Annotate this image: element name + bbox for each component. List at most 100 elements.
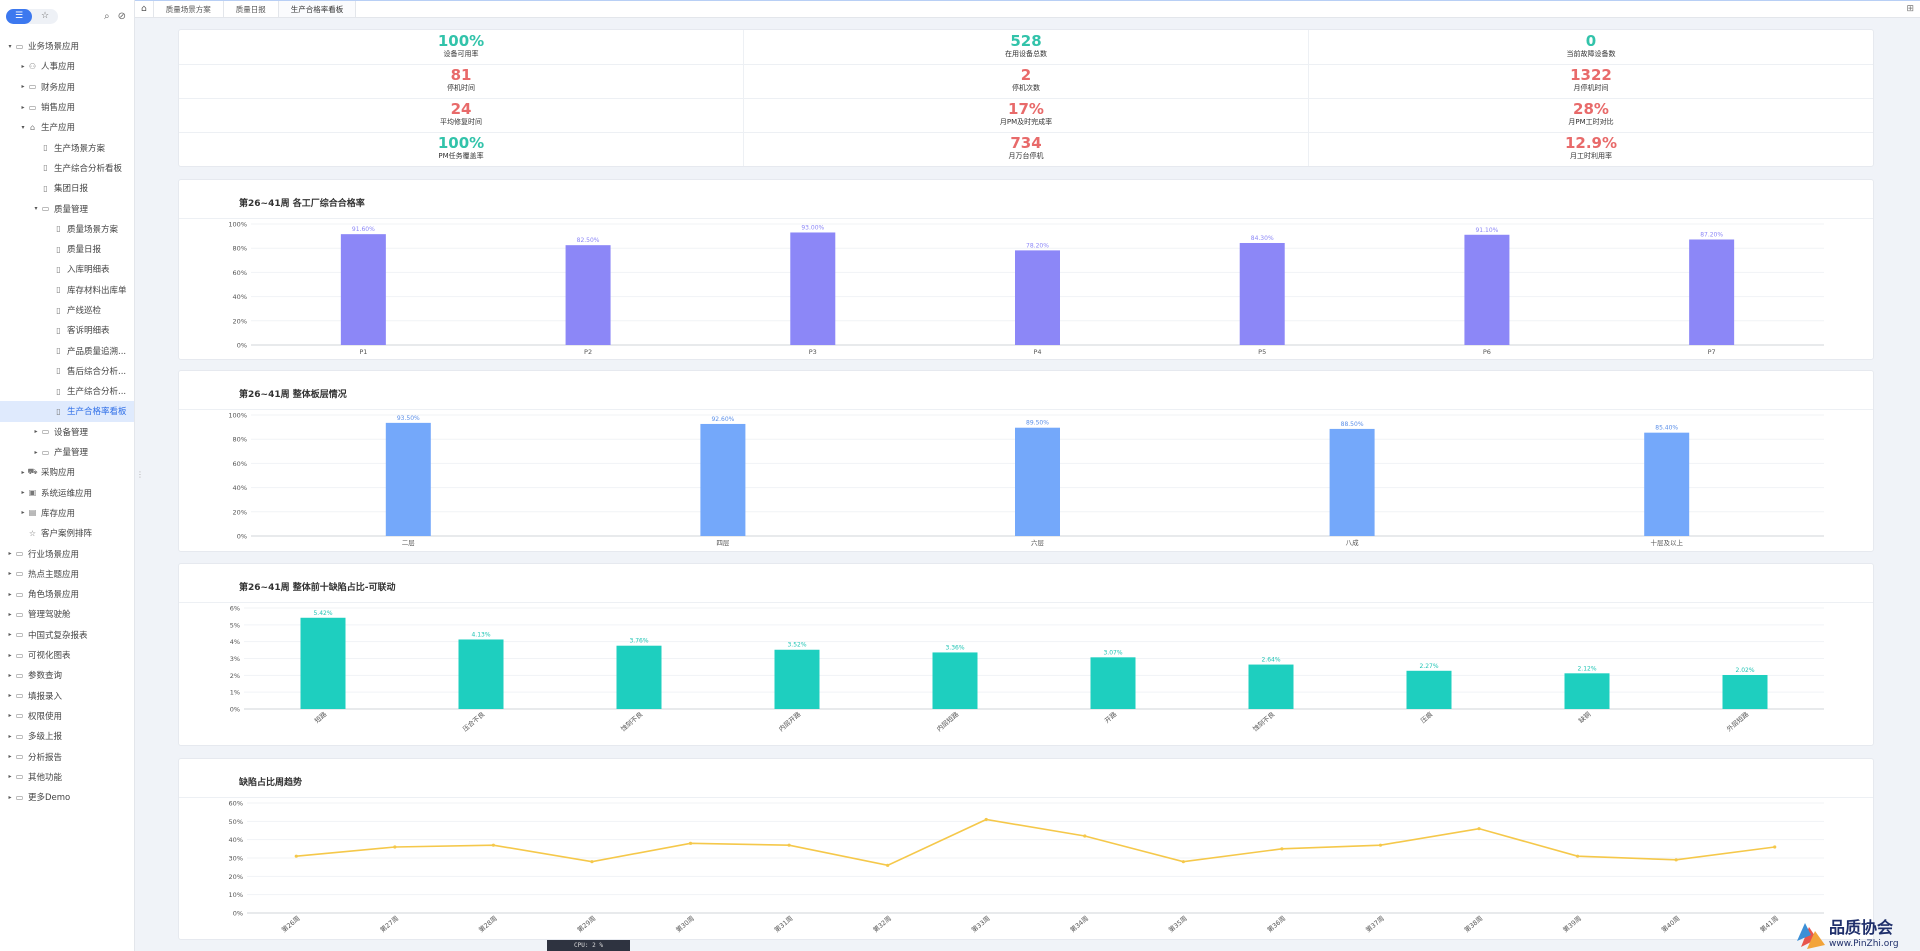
sidebar-item[interactable]: ☆ 客户案例排阵 <box>0 523 134 543</box>
chevron-right-icon[interactable]: ▸ <box>6 692 14 699</box>
x-tick-label: P5 <box>1258 348 1266 356</box>
chevron-right-icon[interactable]: ▸ <box>19 489 27 496</box>
chevron-right-icon[interactable]: ▸ <box>6 712 14 719</box>
sidebar-item[interactable]: ▸ ⚇ 人事应用 <box>0 56 134 76</box>
sidebar-item[interactable]: ▯ 集团日报 <box>0 178 134 198</box>
sidebar-item[interactable]: ▸ ▭ 多级上报 <box>0 726 134 746</box>
chevron-right-icon[interactable]: ▸ <box>32 449 40 456</box>
data-label: 3.07% <box>1103 649 1122 656</box>
sidebar-item[interactable]: ▸ ▭ 可视化图表 <box>0 645 134 665</box>
data-point <box>393 845 397 849</box>
chevron-right-icon[interactable]: ▸ <box>6 672 14 679</box>
sidebar-item[interactable]: ▸ ▭ 产量管理 <box>0 442 134 462</box>
sidebar-item[interactable]: ▾ ▭ 业务场景应用 <box>0 36 134 56</box>
chevron-right-icon[interactable]: ▸ <box>19 83 27 90</box>
sidebar-item[interactable]: ▸ ▭ 分析报告 <box>0 746 134 766</box>
sidebar-item[interactable]: ▸ ▭ 销售应用 <box>0 97 134 117</box>
chevron-right-icon[interactable]: ▸ <box>6 550 14 557</box>
sidebar-item[interactable]: ▸ ▭ 权限使用 <box>0 706 134 726</box>
menu-view-tab[interactable]: ☰ <box>6 8 32 24</box>
sidebar-item[interactable]: ▯ 生产合格率看板 <box>0 401 134 422</box>
pin-icon[interactable]: ⊘ <box>118 11 126 22</box>
chevron-right-icon[interactable]: ▸ <box>6 733 14 740</box>
sidebar-item[interactable]: ▯ 生产综合分析... <box>0 381 134 401</box>
sidebar-item[interactable]: ▾ ▭ 质量管理 <box>0 198 134 218</box>
kpi-panel: 100% 设备可用率 528 在用设备总数 0 当前故障设备数 81 停机时间 2 停机次数 132… <box>178 29 1874 167</box>
sidebar-item[interactable]: ▸ ▭ 行业场景应用 <box>0 543 134 563</box>
sidebar-item[interactable]: ▸ ⛟ 采购应用 <box>0 462 134 482</box>
sidebar-item[interactable]: ▸ ▭ 热点主题应用 <box>0 564 134 584</box>
kpi-row: 24 平均修复时间 17% 月PM及时完成率 28% 月PM工时对比 <box>179 98 1873 133</box>
data-point <box>1674 858 1678 862</box>
chevron-right-icon[interactable]: ▸ <box>6 652 14 659</box>
sidebar-item[interactable]: ▯ 生产综合分析看板 <box>0 158 134 178</box>
chevron-right-icon[interactable]: ▸ <box>19 63 27 70</box>
sidebar-item[interactable]: ▸ ▭ 角色场景应用 <box>0 584 134 604</box>
chevron-right-icon[interactable]: ▸ <box>6 591 14 598</box>
tab-menu-icon[interactable]: ⊞ <box>1906 1 1920 17</box>
sidebar-collapse-handle[interactable]: ⋮ <box>136 470 144 479</box>
sidebar-item[interactable]: ▸ ▭ 设备管理 <box>0 422 134 442</box>
data-label: 4.13% <box>471 631 490 638</box>
chevron-right-icon[interactable]: ▸ <box>6 753 14 760</box>
y-tick-label: 100% <box>228 221 247 229</box>
home-icon[interactable]: ⌂ <box>135 1 154 17</box>
chevron-down-icon[interactable]: ▾ <box>6 43 14 50</box>
sidebar-item[interactable]: ▸ ▭ 更多Demo <box>0 787 134 807</box>
sidebar-item[interactable]: ▸ ▣ 系统运维应用 <box>0 483 134 503</box>
search-icon[interactable]: ⌕ <box>104 11 110 22</box>
x-tick-label: 第26周 <box>279 914 301 935</box>
sidebar-item[interactable]: ▸ ▭ 管理驾驶舱 <box>0 604 134 624</box>
chevron-right-icon[interactable]: ▸ <box>6 570 14 577</box>
sidebar-item[interactable]: ▯ 售后综合分析... <box>0 361 134 381</box>
box-icon: ▤ <box>28 508 37 518</box>
x-tick-label: 第35周 <box>1167 914 1189 935</box>
chevron-right-icon[interactable]: ▸ <box>19 509 27 516</box>
sidebar-item[interactable]: ▯ 产品质量追溯... <box>0 340 134 360</box>
sidebar-item[interactable]: ▸ ▭ 其他功能 <box>0 767 134 787</box>
sidebar-item-label: 权限使用 <box>28 711 63 722</box>
kpi-label: PM任务覆盖率 <box>438 152 484 160</box>
chevron-down-icon[interactable]: ▾ <box>32 205 40 212</box>
y-tick-label: 0% <box>233 910 243 918</box>
chevron-right-icon[interactable]: ▸ <box>6 794 14 801</box>
defect-trend-line-chart: 0% 10% 20% 30% 40% 50% 60% 第26周 第27周 第28周 第29周 第30周… <box>229 800 1824 935</box>
sidebar-item[interactable]: ▸ ▤ 库存应用 <box>0 503 134 523</box>
folder-icon: ▭ <box>15 670 24 680</box>
sidebar-item[interactable]: ▾ ⌂ 生产应用 <box>0 117 134 137</box>
chevron-right-icon[interactable]: ▸ <box>6 631 14 638</box>
x-tick-label: 第34周 <box>1068 914 1090 935</box>
doc-icon: ▯ <box>56 244 61 254</box>
sidebar-item[interactable]: ▸ ▭ 中国式复杂报表 <box>0 625 134 645</box>
kpi-value: 0 <box>1585 32 1597 50</box>
tab-quality-daily[interactable]: 质量日报 <box>224 1 279 17</box>
doc-icon: ▯ <box>56 406 61 416</box>
sidebar-item[interactable]: ▸ ▭ 参数查询 <box>0 665 134 685</box>
data-point <box>1083 834 1087 838</box>
sidebar-item[interactable]: ▸ ▭ 填报录入 <box>0 686 134 706</box>
sidebar-item[interactable]: ▯ 质量日报 <box>0 239 134 259</box>
chevron-down-icon[interactable]: ▾ <box>19 124 27 131</box>
chevron-right-icon[interactable]: ▸ <box>32 428 40 435</box>
sidebar-item[interactable]: ▯ 库存材料出库单 <box>0 280 134 300</box>
tab-quality-scenario[interactable]: 质量场景方案 <box>154 1 224 17</box>
bar <box>1689 239 1735 345</box>
y-tick-label: 40% <box>229 836 243 844</box>
sidebar-item-label: 客户案例排阵 <box>41 529 93 540</box>
sidebar-item[interactable]: ▸ ▭ 财务应用 <box>0 77 134 97</box>
chevron-right-icon[interactable]: ▸ <box>6 611 14 618</box>
sidebar-item[interactable]: ▯ 生产场景方案 <box>0 137 134 157</box>
tab-yield-board[interactable]: 生产合格率看板 <box>278 1 357 17</box>
data-point <box>886 863 890 867</box>
chevron-right-icon[interactable]: ▸ <box>6 773 14 780</box>
kpi-label: 月工时利用率 <box>1570 152 1612 160</box>
folder-icon: ▭ <box>15 569 24 579</box>
chevron-right-icon[interactable]: ▸ <box>19 469 27 476</box>
sidebar-item[interactable]: ▯ 质量场景方案 <box>0 219 134 239</box>
sidebar-item[interactable]: ▯ 产线巡检 <box>0 300 134 320</box>
sidebar-item[interactable]: ▯ 客诉明细表 <box>0 320 134 340</box>
favorites-tab[interactable]: ☆ <box>32 9 58 24</box>
sidebar-item[interactable]: ▯ 入库明细表 <box>0 259 134 279</box>
sidebar-item-label: 售后综合分析... <box>67 366 127 377</box>
chevron-right-icon[interactable]: ▸ <box>19 104 27 111</box>
